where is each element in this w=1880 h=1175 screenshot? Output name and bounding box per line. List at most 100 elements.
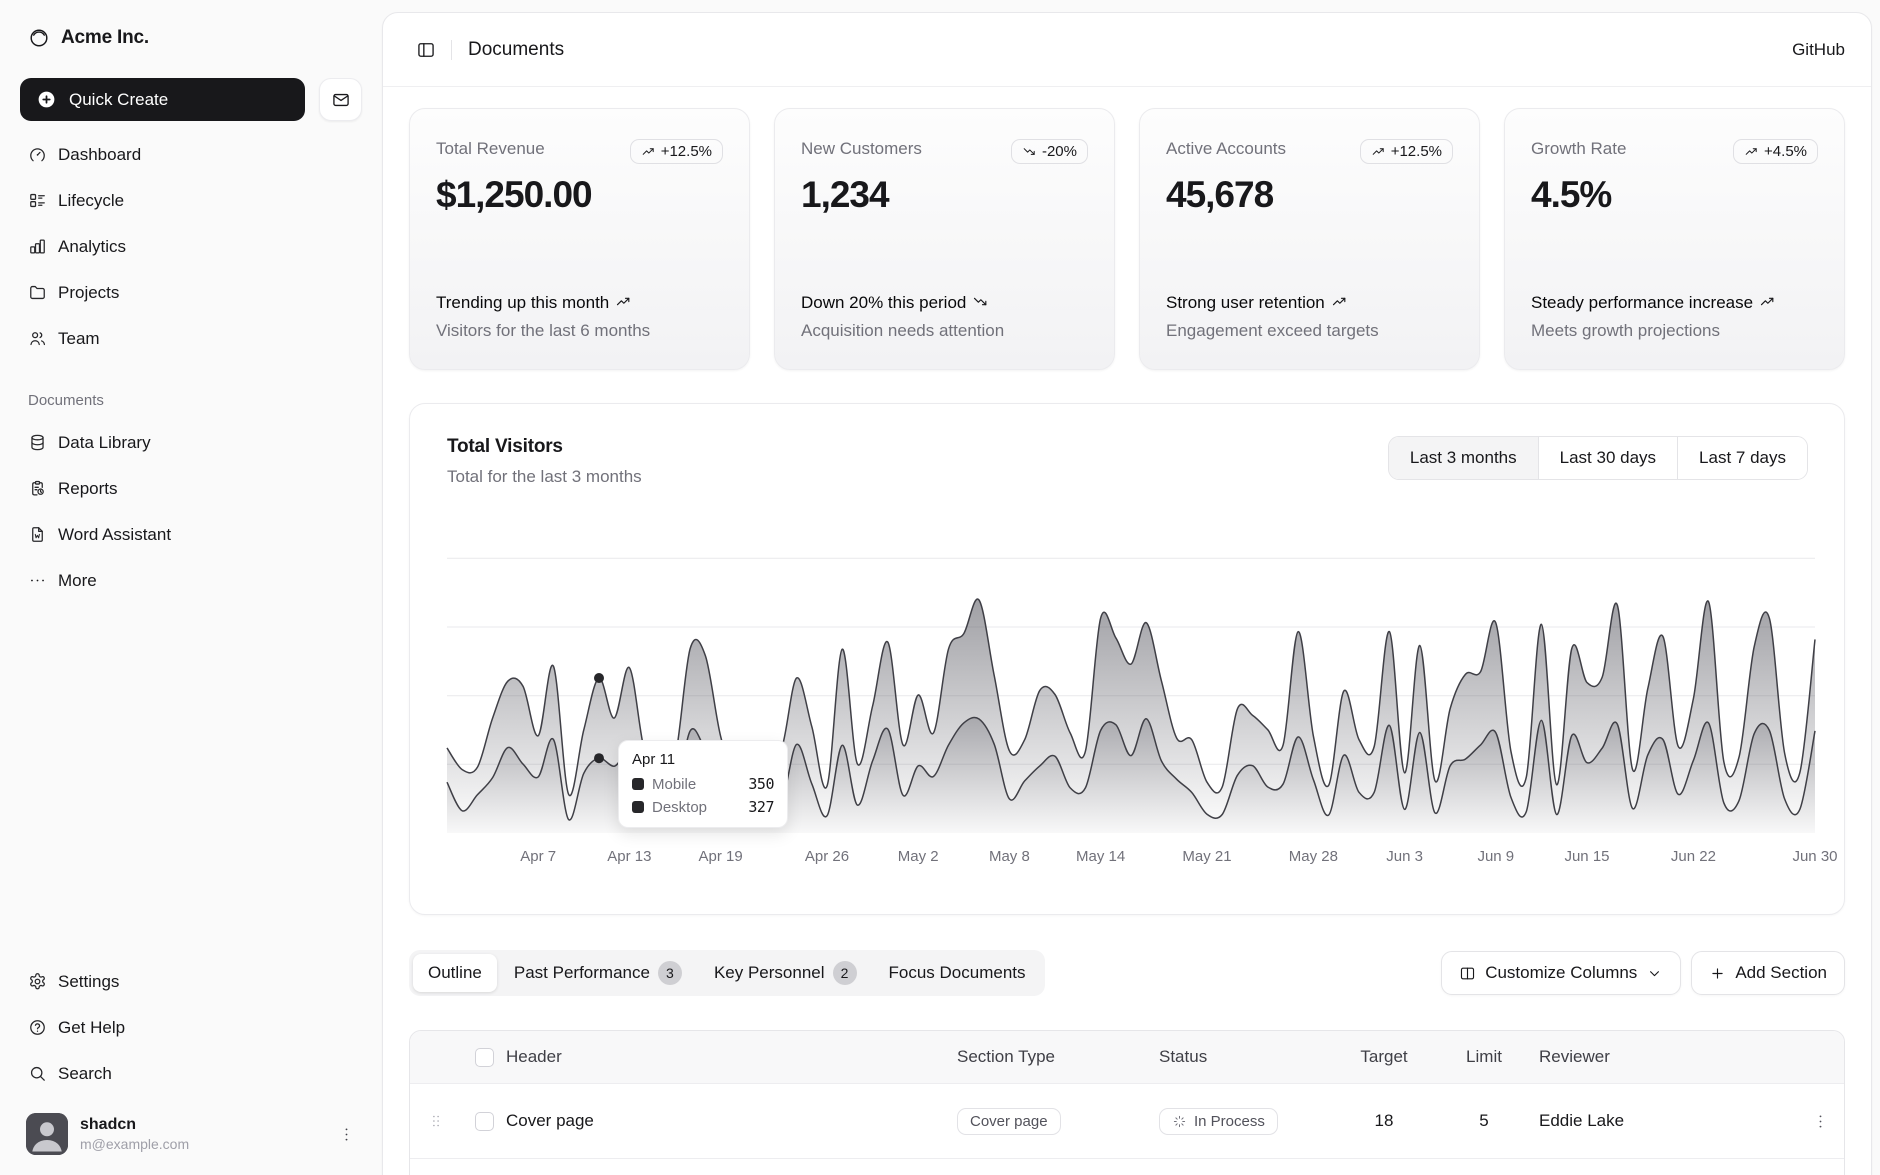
row-menu-button[interactable] (1811, 1112, 1830, 1131)
tab-key-personnel[interactable]: Key Personnel2 (699, 954, 872, 992)
chart-bar-icon (28, 237, 47, 256)
svg-text:May 2: May 2 (898, 848, 939, 865)
sidebar-item-get-help[interactable]: Get Help (16, 1008, 366, 1047)
nav-label: Reports (58, 479, 118, 499)
row-checkbox[interactable] (475, 1112, 494, 1131)
svg-text:May 21: May 21 (1182, 848, 1231, 865)
stat-cards: Total Revenue+12.5%$1,250.00Trending up … (409, 108, 1845, 370)
visitors-chart-card: Total Visitors Total for the last 3 mont… (409, 403, 1845, 915)
sidebar-item-dashboard[interactable]: Dashboard (16, 135, 366, 174)
cell-header[interactable]: Cover page (506, 1111, 957, 1131)
file-word-icon (28, 525, 47, 544)
sidebar-item-more[interactable]: More (16, 561, 366, 600)
add-section-button[interactable]: Add Section (1691, 951, 1845, 995)
quick-create-row: Quick Create (20, 78, 362, 121)
svg-text:May 14: May 14 (1076, 848, 1125, 865)
nav-label: Projects (58, 283, 119, 303)
sidebar-item-settings[interactable]: Settings (16, 962, 366, 1001)
content: Total Revenue+12.5%$1,250.00Trending up … (383, 87, 1871, 1175)
cell-target[interactable]: 18 (1375, 1111, 1394, 1131)
svg-text:Apr 7: Apr 7 (520, 848, 556, 865)
user-row[interactable]: shadcn m@example.com (16, 1105, 366, 1163)
stat-title: Active Accounts (1166, 139, 1286, 159)
sidebar-toggle-button[interactable] (409, 33, 443, 67)
customize-columns-label: Customize Columns (1485, 963, 1637, 983)
sidebar-footer: Settings Get Help Search shadcn m@example.… (16, 962, 366, 1163)
sidebar-item-word-assistant[interactable]: Word Assistant (16, 515, 366, 554)
page-title: Documents (468, 39, 564, 61)
brand-name: Acme Inc. (61, 27, 149, 49)
tooltip-row: Desktop327 (632, 798, 774, 816)
stat-value: 1,234 (801, 174, 1088, 216)
tab-label: Key Personnel (714, 963, 825, 983)
customize-columns-button[interactable]: Customize Columns (1441, 951, 1681, 995)
svg-text:Jun 22: Jun 22 (1671, 848, 1716, 865)
sidebar: Acme Inc. Quick Create Dashboard Lifecycl… (0, 0, 382, 1175)
table-row[interactable]: Cover pageCover pageIn Process185Eddie L… (410, 1083, 1844, 1158)
brand[interactable]: Acme Inc. (16, 14, 366, 62)
list-details-icon (28, 191, 47, 210)
stat-card-new-customers: New Customers-20%1,234Down 20% this peri… (774, 108, 1115, 370)
sidebar-section-label: Documents (16, 392, 366, 409)
svg-text:Apr 26: Apr 26 (805, 848, 849, 865)
table-header-row: HeaderSection TypeStatusTargetLimitRevie… (410, 1031, 1844, 1083)
section-tabs-row: OutlinePast Performance3Key Personnel2Fo… (409, 950, 1845, 996)
table-row[interactable]: Table of contentsTable of contentsDone29… (410, 1158, 1844, 1175)
tooltip-series-label: Mobile (652, 776, 740, 793)
sidebar-item-lifecycle[interactable]: Lifecycle (16, 181, 366, 220)
quick-create-label: Quick Create (69, 90, 168, 110)
columns-icon (1459, 965, 1476, 982)
cell-limit[interactable]: 5 (1479, 1111, 1488, 1131)
col-reviewer: Reviewer (1539, 1047, 1797, 1067)
user-menu-icon[interactable] (337, 1125, 356, 1144)
tab-past-performance[interactable]: Past Performance3 (499, 954, 697, 992)
stat-card-growth-rate: Growth Rate+4.5%4.5%Steady performance i… (1504, 108, 1845, 370)
tooltip-series-value: 350 (748, 775, 774, 793)
svg-text:Jun 15: Jun 15 (1564, 848, 1609, 865)
nav-label: Search (58, 1064, 112, 1084)
tab-outline[interactable]: Outline (413, 954, 497, 992)
user-name: shadcn (80, 1115, 325, 1134)
select-all-checkbox[interactable] (475, 1048, 494, 1067)
inbox-button[interactable] (319, 78, 362, 121)
tabs-actions: Customize Columns Add Section (1441, 951, 1845, 995)
chevron-down-icon (1646, 965, 1663, 982)
tooltip-row: Mobile 350 (632, 775, 774, 793)
stat-title: New Customers (801, 139, 922, 159)
quick-create-button[interactable]: Quick Create (20, 78, 305, 121)
stat-card-active-accounts: Active Accounts+12.5%45,678Strong user r… (1139, 108, 1480, 370)
nav-label: Dashboard (58, 145, 141, 165)
chart-tooltip: Apr 11 Mobile 350 Desktop327 (618, 740, 788, 828)
search-icon (28, 1064, 47, 1083)
footer-nav: Settings Get Help Search (16, 962, 366, 1093)
dots-icon (28, 571, 47, 590)
sidebar-item-search[interactable]: Search (16, 1054, 366, 1093)
stat-title: Growth Rate (1531, 139, 1626, 159)
stat-footnote: Strong user retention (1166, 290, 1453, 316)
github-link[interactable]: GitHub (1792, 40, 1845, 59)
drag-handle[interactable] (410, 1112, 462, 1130)
trend-up-icon (1753, 293, 1776, 312)
documents-nav: Data Library Reports Word Assistant More (16, 423, 366, 600)
sidebar-item-projects[interactable]: Projects (16, 273, 366, 312)
sidebar-item-reports[interactable]: Reports (16, 469, 366, 508)
panel-left-icon (416, 40, 436, 60)
svg-text:Jun 3: Jun 3 (1386, 848, 1423, 865)
trend-badge: -20% (1011, 139, 1088, 164)
tabs-list: OutlinePast Performance3Key Personnel2Fo… (409, 950, 1045, 996)
nav-label: Analytics (58, 237, 126, 257)
cell-reviewer[interactable]: Eddie Lake (1539, 1111, 1797, 1131)
loader-icon (1172, 1114, 1187, 1129)
svg-text:May 28: May 28 (1289, 848, 1338, 865)
area-chart[interactable]: Apr 7Apr 13Apr 19Apr 26May 2May 8May 14M… (410, 404, 1851, 916)
stat-footnote: Steady performance increase (1531, 290, 1818, 316)
sidebar-item-team[interactable]: Team (16, 319, 366, 358)
tooltip-date: Apr 11 (632, 751, 774, 768)
sidebar-item-analytics[interactable]: Analytics (16, 227, 366, 266)
trend-down-icon (966, 293, 989, 312)
nav-label: Data Library (58, 433, 151, 453)
nav-label: More (58, 571, 97, 591)
tab-focus-documents[interactable]: Focus Documents (874, 954, 1041, 992)
sidebar-item-data-library[interactable]: Data Library (16, 423, 366, 462)
col-limit: Limit (1429, 1047, 1539, 1067)
